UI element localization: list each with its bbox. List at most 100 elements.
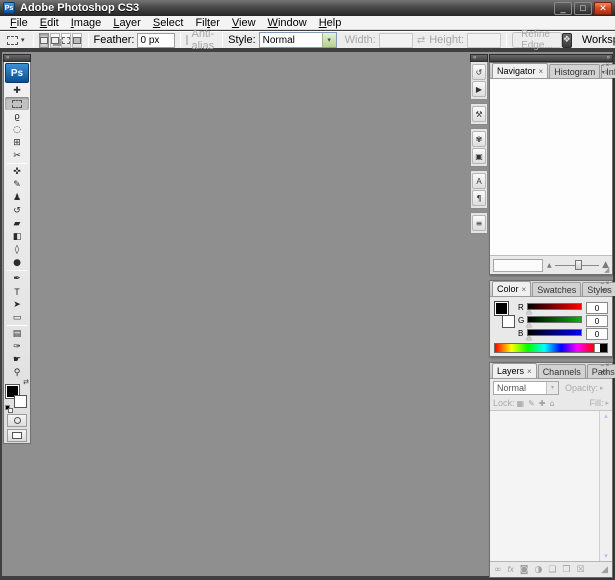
panel-menu-icon[interactable]: ▾≡ bbox=[602, 370, 609, 377]
toolbox-collapse-handle[interactable]: » bbox=[3, 54, 31, 62]
blue-value-input[interactable]: 0 bbox=[586, 328, 608, 340]
navigator-zoom-slider[interactable] bbox=[555, 259, 599, 271]
eyedropper-tool[interactable]: ✑ bbox=[5, 340, 29, 353]
chevron-down-icon[interactable]: ▾ bbox=[546, 382, 558, 394]
subtract-selection-button[interactable] bbox=[61, 33, 71, 48]
slider-thumb[interactable] bbox=[575, 260, 582, 270]
resize-grip-icon[interactable]: ◢ bbox=[601, 565, 608, 575]
notes-tool[interactable]: ▤ bbox=[5, 327, 29, 340]
layer-mask-icon[interactable]: ◙ bbox=[520, 565, 529, 575]
close-tab-icon[interactable]: × bbox=[527, 367, 532, 376]
panel-minimize-icon[interactable]: – × bbox=[601, 363, 610, 370]
height-input[interactable] bbox=[467, 33, 501, 48]
panel-menu-icon[interactable]: ▾≡ bbox=[602, 288, 609, 295]
add-to-selection-button[interactable] bbox=[50, 33, 60, 48]
green-value-input[interactable]: 0 bbox=[586, 315, 608, 327]
quick-mask-button[interactable] bbox=[7, 414, 27, 427]
maximize-button[interactable]: □ bbox=[574, 2, 592, 15]
slider-thumb[interactable] bbox=[526, 310, 532, 314]
dodge-tool[interactable]: ● bbox=[5, 256, 29, 269]
foreground-color-swatch[interactable] bbox=[495, 302, 508, 315]
brushes-panel-icon[interactable]: ✾ bbox=[472, 131, 486, 147]
refine-edge-button[interactable]: Refine Edge... bbox=[512, 32, 562, 48]
close-button[interactable]: ✕ bbox=[594, 2, 612, 15]
lock-position-icon[interactable]: ✚ bbox=[539, 399, 546, 408]
fill-dropdown-icon[interactable]: ▸ bbox=[605, 399, 609, 407]
close-tab-icon[interactable]: × bbox=[522, 285, 527, 294]
minimize-button[interactable]: _ bbox=[554, 2, 572, 15]
navigator-zoom-input[interactable] bbox=[493, 259, 543, 272]
menu-view[interactable]: View bbox=[226, 17, 262, 29]
type-tool[interactable]: T bbox=[5, 285, 29, 298]
tab-navigator[interactable]: Navigator × bbox=[492, 63, 548, 78]
close-tab-icon[interactable]: × bbox=[539, 67, 544, 76]
layer-comps-panel-icon[interactable]: ≡ bbox=[472, 215, 486, 231]
color-spectrum-ramp[interactable] bbox=[494, 343, 608, 353]
background-color-swatch[interactable] bbox=[14, 395, 27, 408]
panel-minimize-icon[interactable]: – × bbox=[601, 281, 610, 288]
tab-channels[interactable]: Channels bbox=[538, 364, 586, 378]
paragraph-panel-icon[interactable]: ¶ bbox=[472, 190, 486, 206]
slice-tool[interactable]: ✂ bbox=[5, 149, 29, 162]
history-brush-tool[interactable]: ↺ bbox=[5, 204, 29, 217]
new-group-icon[interactable]: ❏ bbox=[548, 565, 556, 575]
quick-selection-tool[interactable]: ◌ bbox=[5, 123, 29, 136]
menu-select[interactable]: Select bbox=[147, 17, 190, 29]
spectrum-gradient[interactable] bbox=[495, 344, 594, 352]
swap-colors-icon[interactable]: ⇄ bbox=[23, 378, 29, 386]
move-tool[interactable]: ✚ bbox=[5, 84, 29, 97]
clone-stamp-tool[interactable]: ♟ bbox=[5, 191, 29, 204]
tab-histogram[interactable]: Histogram bbox=[549, 64, 600, 78]
tool-preset-picker[interactable]: ▾ bbox=[4, 35, 28, 46]
style-select[interactable]: Normal ▾ bbox=[259, 32, 337, 48]
tab-layers[interactable]: Layers × bbox=[492, 363, 537, 378]
intersect-selection-button[interactable] bbox=[72, 33, 82, 48]
lock-all-icon[interactable]: ⌂ bbox=[549, 399, 554, 408]
black-swatch[interactable] bbox=[600, 344, 607, 352]
tab-swatches[interactable]: Swatches bbox=[532, 282, 581, 296]
go-to-bridge-button[interactable]: ❖ bbox=[562, 33, 572, 48]
screen-mode-button[interactable] bbox=[7, 429, 27, 442]
zoom-out-icon[interactable]: ▲ bbox=[547, 262, 552, 269]
new-selection-button[interactable] bbox=[39, 33, 49, 48]
menu-layer[interactable]: Layer bbox=[107, 17, 147, 29]
crop-tool[interactable]: ⊞ bbox=[5, 136, 29, 149]
menu-help[interactable]: Help bbox=[313, 17, 348, 29]
adjustment-layer-icon[interactable]: ◑ bbox=[534, 565, 542, 575]
blur-tool[interactable]: ◊ bbox=[5, 243, 29, 256]
slider-thumb[interactable] bbox=[526, 336, 532, 340]
lock-pixels-icon[interactable]: ✎ bbox=[528, 399, 535, 408]
default-colors-icon[interactable] bbox=[5, 405, 13, 413]
tool-presets-panel-icon[interactable]: ⚒ bbox=[472, 106, 486, 122]
gradient-tool[interactable]: ◧ bbox=[5, 230, 29, 243]
scroll-down-icon[interactable]: ▾ bbox=[604, 552, 608, 560]
tab-color[interactable]: Color × bbox=[492, 281, 531, 296]
lock-transparency-icon[interactable]: ▦ bbox=[517, 399, 525, 408]
resize-grip-icon[interactable]: ◢ bbox=[604, 266, 612, 274]
spot-healing-tool[interactable]: ✜ bbox=[5, 165, 29, 178]
history-panel-icon[interactable]: ↺ bbox=[472, 64, 486, 80]
slider-thumb[interactable] bbox=[526, 323, 532, 327]
menu-image[interactable]: Image bbox=[65, 17, 108, 29]
hand-tool[interactable]: ☛ bbox=[5, 353, 29, 366]
swap-dimensions-icon[interactable]: ⇄ bbox=[417, 35, 425, 46]
green-slider[interactable] bbox=[527, 316, 582, 323]
rectangular-marquee-tool[interactable] bbox=[5, 97, 29, 110]
layers-scrollbar[interactable]: ▴ ▾ bbox=[599, 411, 612, 561]
background-color-swatch[interactable] bbox=[502, 315, 515, 328]
opacity-dropdown-icon[interactable]: ▸ bbox=[600, 384, 604, 392]
chevron-down-icon[interactable]: ▾ bbox=[322, 33, 336, 47]
scroll-up-icon[interactable]: ▴ bbox=[604, 412, 608, 420]
menu-filter[interactable]: Filter bbox=[189, 17, 225, 29]
width-input[interactable] bbox=[379, 33, 413, 48]
layers-list[interactable]: ▴ ▾ bbox=[490, 411, 612, 562]
brush-tool[interactable]: ✎ bbox=[5, 178, 29, 191]
menu-edit[interactable]: Edit bbox=[34, 17, 65, 29]
path-selection-tool[interactable]: ➤ bbox=[5, 298, 29, 311]
lasso-tool[interactable]: ϱ bbox=[5, 110, 29, 123]
actions-panel-icon[interactable]: ▶ bbox=[472, 81, 486, 97]
rectangle-shape-tool[interactable]: ▭ bbox=[5, 311, 29, 324]
menu-window[interactable]: Window bbox=[262, 17, 313, 29]
panel-minimize-icon[interactable]: – × bbox=[601, 63, 610, 70]
red-slider[interactable] bbox=[527, 303, 582, 310]
